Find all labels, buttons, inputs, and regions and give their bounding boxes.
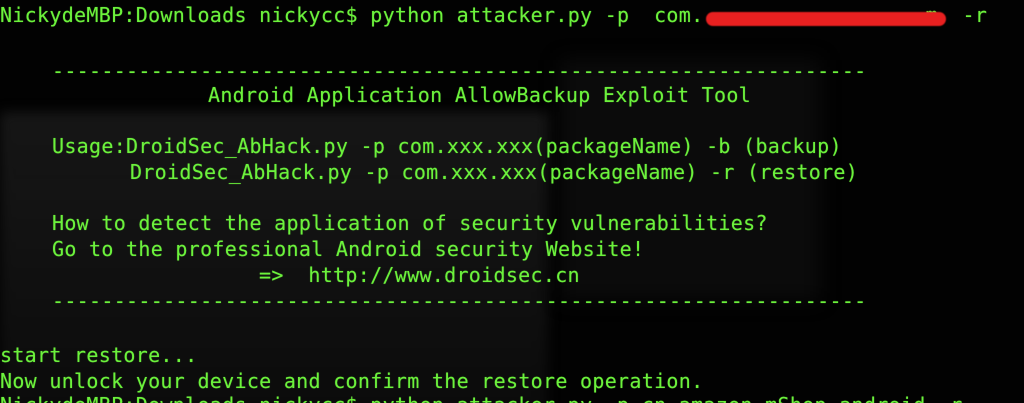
usage-line-1: Usage:DroidSec_AbHack.py -p com.xxx.xxx(… [52, 133, 842, 159]
terminal-window[interactable]: NickydeMBP:Downloads nickycc$ python att… [0, 0, 1024, 403]
command-text: python attacker.py -p com. [370, 3, 704, 27]
shell-prompt: NickydeMBP:Downloads nickycc$ [0, 3, 358, 27]
usage-backup: DroidSec_AbHack.py -p com.xxx.xxx(packag… [126, 134, 842, 158]
output-unlock-device: Now unlock your device and confirm the r… [0, 369, 704, 393]
goto-website: Go to the professional Android security … [52, 237, 645, 261]
banner-rule-bottom: ----------------------------------------… [52, 289, 867, 313]
output-start-restore: start restore... [0, 343, 198, 367]
usage-line-2: DroidSec_AbHack.py -p com.xxx.xxx(packag… [130, 160, 859, 184]
banner-title: Android Application AllowBackup Exploit … [208, 83, 752, 107]
detect-question: How to detect the application of securit… [52, 211, 768, 235]
redaction-mark [706, 12, 946, 26]
usage-label: Usage: [52, 134, 127, 158]
next-command-line: NickydeMBP:Downloads nickycc$ python att… [0, 392, 963, 403]
banner-rule-top: ----------------------------------------… [52, 59, 867, 83]
website-url[interactable]: http://www.droidsec.cn [308, 263, 580, 287]
arrow-glyph: => [259, 263, 284, 287]
website-line: => http://www.droidsec.cn [259, 262, 580, 288]
